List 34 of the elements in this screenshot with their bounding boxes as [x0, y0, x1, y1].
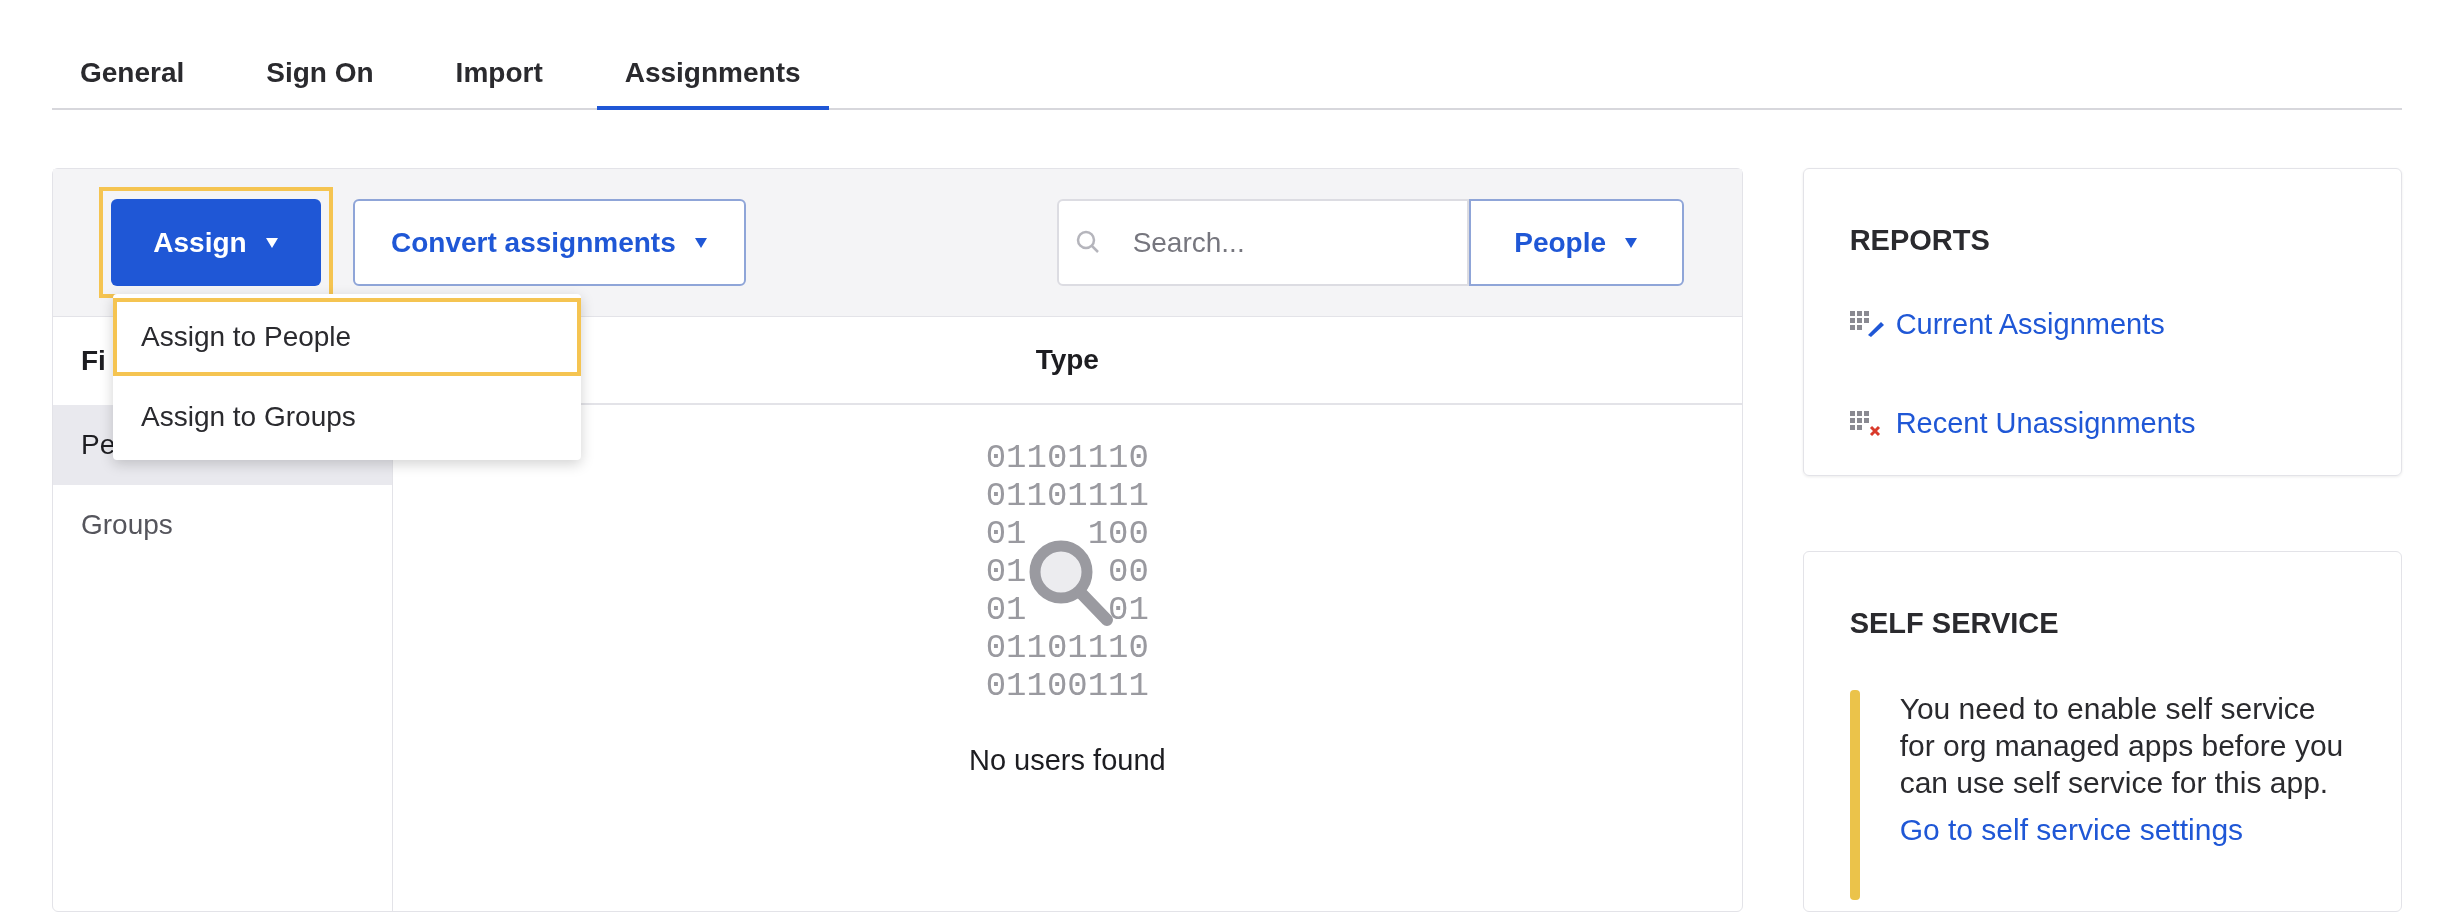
binary-text: 01100111: [985, 667, 1149, 705]
people-filter-button[interactable]: People: [1468, 199, 1684, 286]
binary-text: 01101110: [985, 629, 1149, 667]
binary-text: 01101110: [985, 439, 1149, 477]
self-service-settings-link[interactable]: Go to self service settings: [1899, 806, 2355, 852]
binary-text: 01101111: [985, 477, 1149, 515]
binary-text: 01: [985, 553, 1027, 591]
card-title: REPORTS: [1849, 223, 1991, 258]
filter-heading: Fi: [81, 344, 106, 378]
empty-message: No users found: [968, 743, 1166, 778]
tab[interactable]: Sign On: [238, 40, 402, 110]
menu-item[interactable]: Assign to Groups: [113, 378, 581, 456]
binary-text: 01: [985, 515, 1027, 553]
caret-icon: [1624, 236, 1639, 249]
caret-icon: [264, 236, 279, 249]
caret-icon: [693, 236, 708, 249]
binary-text: 01: [1108, 591, 1149, 629]
convert-assignments-button[interactable]: Convert assignments: [353, 199, 746, 286]
tab[interactable]: General: [52, 40, 213, 110]
search-icon: [1074, 229, 1101, 255]
tab[interactable]: Import: [427, 40, 571, 110]
column-header: Type: [1034, 343, 1100, 377]
binary-text: 01: [985, 591, 1027, 629]
assign-button[interactable]: Assign: [111, 199, 321, 286]
table-edit-icon: [1849, 311, 1884, 338]
menu-item[interactable]: Assign to People: [113, 298, 581, 376]
binary-text: 00: [1108, 553, 1149, 591]
tab[interactable]: Assignments: [596, 40, 829, 110]
card-title: SELF SERVICE: [1849, 606, 2060, 641]
search-field[interactable]: Search...: [1056, 199, 1469, 286]
self-service-message: You need to enable self service for org managed apps before you can use self service for this app.: [1899, 690, 2345, 801]
report-link[interactable]: Current Assignments: [1895, 302, 2165, 346]
binary-text: 100: [1087, 515, 1149, 553]
report-link[interactable]: Recent Unassignments: [1895, 402, 2196, 446]
